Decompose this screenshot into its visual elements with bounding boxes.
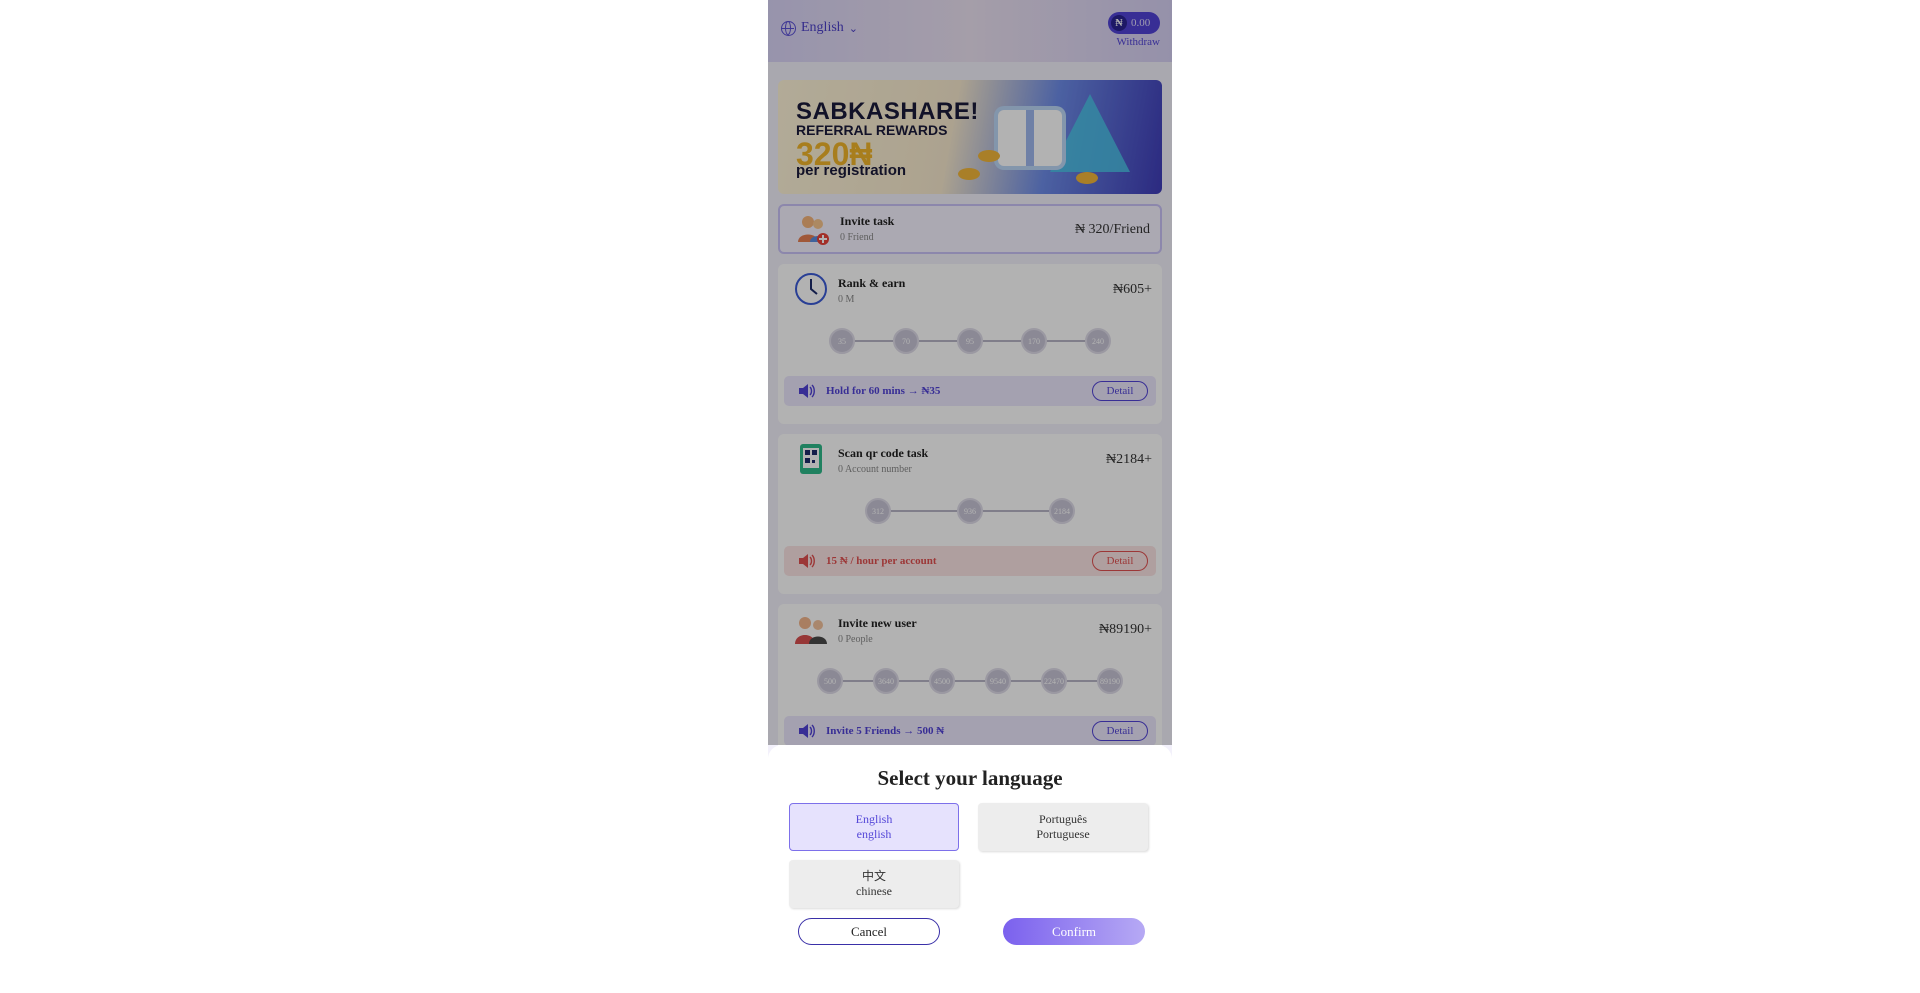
language-english-name: chinese [856,884,892,898]
sheet-title: Select your language [877,766,1063,790]
language-native-name: Português [1039,812,1087,826]
language-option-portuguese[interactable]: Português Portuguese [978,803,1148,851]
modal-backdrop[interactable] [768,0,1172,745]
language-option-chinese[interactable]: 中文 chinese [789,860,959,908]
cancel-button[interactable]: Cancel [798,918,940,945]
language-native-name: 中文 [861,869,886,883]
confirm-button[interactable]: Confirm [1003,918,1145,945]
language-option-english[interactable]: English english [789,803,959,851]
language-english-name: english [856,827,892,841]
language-bottom-sheet: Select your language English english Por… [768,745,1172,993]
language-native-name: English [855,812,893,826]
language-english-name: Portuguese [1036,827,1090,841]
